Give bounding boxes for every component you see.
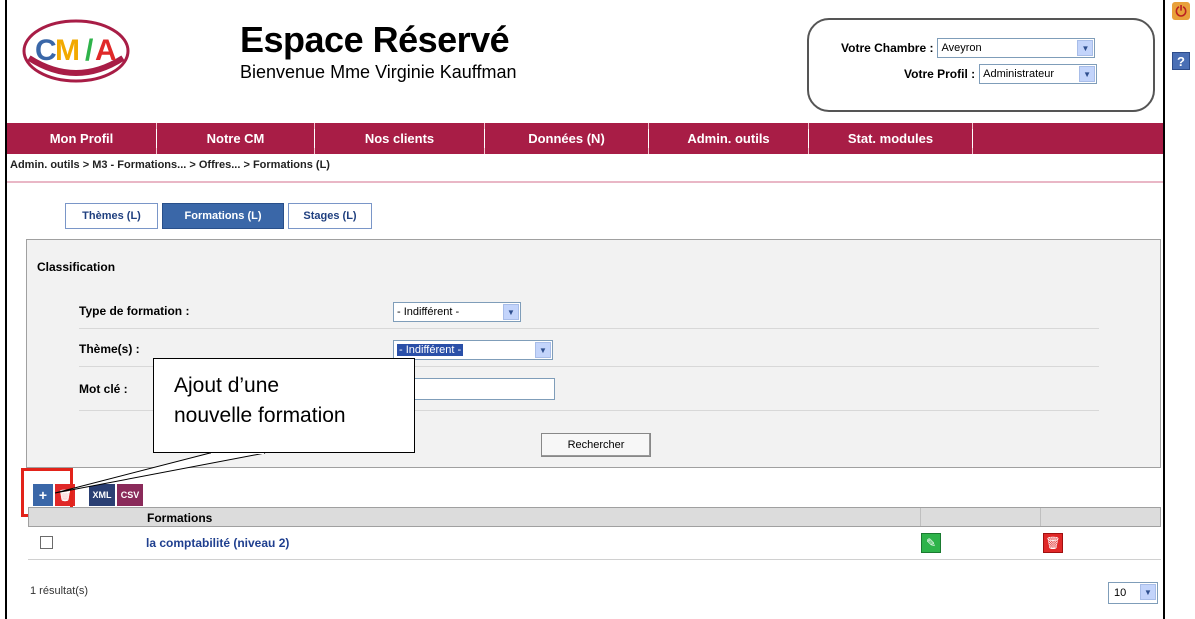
callout-annotation: Ajout d’une nouvelle formation [153,358,415,453]
help-icon[interactable]: ? [1172,52,1190,70]
nav-mon-profil[interactable]: Mon Profil [7,123,157,154]
chambre-label: Votre Chambre : [841,41,934,55]
keyword-label: Mot clé : [79,382,128,396]
type-formation-select[interactable]: - Indifférent - ▼ [393,302,521,322]
tab-themes[interactable]: Thèmes (L) [65,203,158,229]
breadcrumb: Admin. outils > M3 - Formations... > Off… [10,159,330,171]
classification-title: Classification [37,260,116,274]
theme-select[interactable]: - Indifférent - ▼ [393,340,553,360]
nav-admin-outils[interactable]: Admin. outils [649,123,809,154]
power-icon[interactable]: ⏻ [1172,2,1190,20]
frame-right-border [1163,0,1165,619]
chambre-select-value: Aveyron [941,42,982,54]
svg-text:/: / [85,34,94,67]
profil-select-value: Administrateur [983,68,1055,80]
export-csv-button[interactable]: CSV [117,484,143,506]
column-formations[interactable]: Formations [147,511,212,525]
tab-stages[interactable]: Stages (L) [288,203,372,229]
nav-donnees[interactable]: Données (N) [485,123,649,154]
type-formation-value: - Indifférent - [397,306,460,318]
theme-value: - Indifférent - [397,344,464,356]
page-title: Espace Réservé [240,19,510,60]
trash-icon[interactable]: 🗑 [1043,533,1063,553]
table-row: la comptabilité (niveau 2) ✎ 🗑 [28,527,1161,560]
welcome-message: Bienvenue Mme Virginie Kauffman [240,62,517,82]
breadcrumb-divider [7,181,1163,183]
search-button[interactable]: Rechercher [541,433,651,457]
export-xml-button[interactable]: XML [89,484,115,506]
nav-nos-clients[interactable]: Nos clients [315,123,485,154]
svg-text:M: M [55,34,80,67]
callout-line-2: nouvelle formation [174,404,346,427]
callout-line-1: Ajout d’une [174,374,280,397]
type-formation-label: Type de formation : [79,304,190,318]
chevron-down-icon[interactable]: ▼ [503,304,519,320]
nav-stat-modules[interactable]: Stat. modules [809,123,973,154]
formation-link[interactable]: la comptabilité (niveau 2) [146,536,289,550]
theme-label: Thème(s) : [79,342,140,356]
chevron-down-icon[interactable]: ▼ [1079,66,1096,82]
profil-label: Votre Profil : [904,67,976,81]
header: C M / A Espace Réservé Bienvenue Mme Vir… [7,0,1163,123]
results-count: 1 résultat(s) [30,585,89,597]
chevron-down-icon[interactable]: ▼ [535,342,551,358]
profil-select[interactable]: Administrateur ▼ [979,64,1098,84]
profile-selector-box: Votre Chambre : Aveyron ▼ Votre Profil :… [807,18,1155,112]
row-checkbox[interactable] [40,536,53,549]
chevron-down-icon[interactable]: ▼ [1140,584,1156,600]
chambre-select[interactable]: Aveyron ▼ [937,38,1096,58]
nav-notre-cm[interactable]: Notre CM [157,123,315,154]
svg-text:A: A [95,34,117,67]
svg-text:C: C [35,34,57,67]
per-page-select[interactable]: 10 ▼ [1108,582,1158,604]
cma-logo: C M / A [22,19,130,83]
table-header: Formations [28,507,1161,527]
main-navigation: Mon Profil Notre CM Nos clients Données … [7,123,1163,154]
chevron-down-icon[interactable]: ▼ [1077,40,1094,56]
keyword-input[interactable] [393,378,555,400]
per-page-value: 10 [1114,587,1127,599]
tab-formations[interactable]: Formations (L) [162,203,284,229]
pencil-icon[interactable]: ✎ [921,533,941,553]
